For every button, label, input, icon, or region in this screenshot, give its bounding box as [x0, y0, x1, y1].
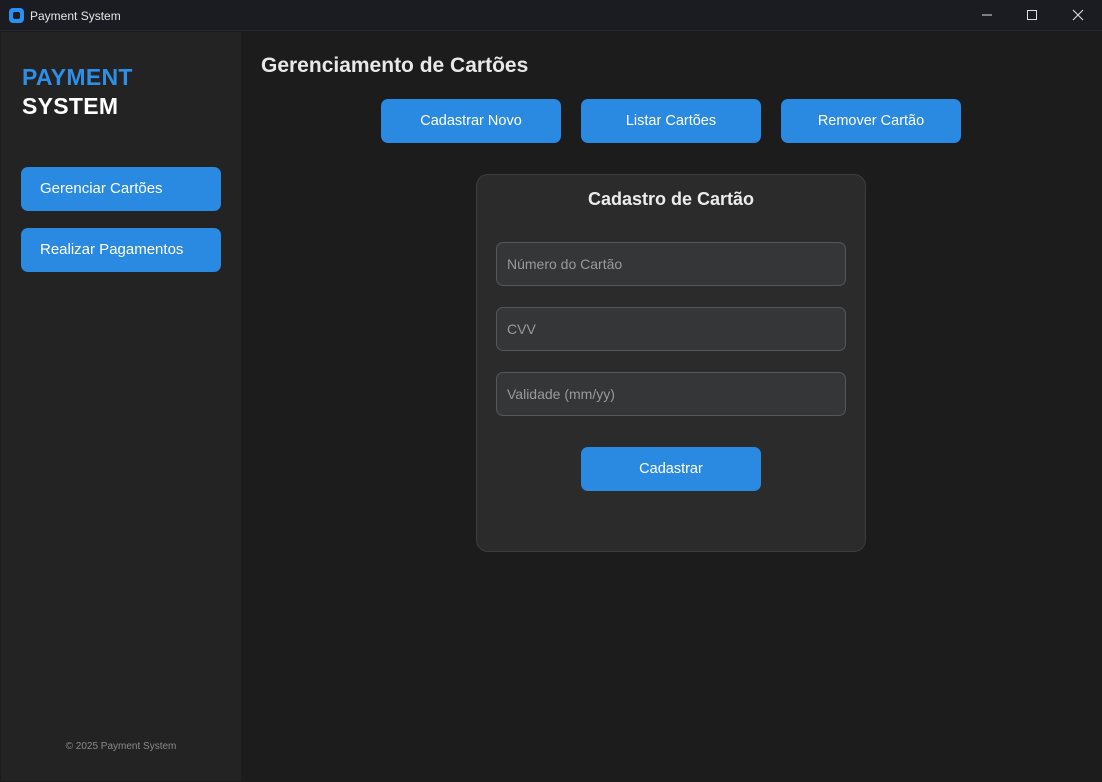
expiry-input[interactable]	[496, 372, 846, 416]
close-icon	[1072, 9, 1084, 21]
maximize-icon	[1027, 10, 1037, 20]
sidebar: PAYMENT SYSTEM Gerenciar Cartões Realiza…	[1, 32, 241, 781]
close-button[interactable]	[1055, 0, 1101, 31]
maximize-button[interactable]	[1009, 0, 1055, 31]
submit-register-button[interactable]: Cadastrar	[581, 447, 761, 491]
minimize-icon	[982, 14, 992, 16]
logo-line-system: SYSTEM	[22, 93, 119, 119]
app-icon	[9, 8, 24, 23]
minimize-button[interactable]	[964, 0, 1010, 31]
form-title: Cadastro de Cartão	[587, 189, 755, 209]
logo-line-payment: PAYMENT	[22, 64, 133, 90]
sidebar-item-make-payments[interactable]: Realizar Pagamentos	[21, 228, 221, 272]
logo: PAYMENT SYSTEM	[22, 63, 133, 121]
list-cards-button[interactable]: Listar Cartões	[581, 99, 761, 143]
card-number-input[interactable]	[496, 242, 846, 286]
main-content: Gerenciamento de Cartões Cadastrar Novo …	[241, 32, 1101, 781]
card-registration-form: Cadastro de Cartão Cadastrar	[476, 174, 866, 552]
window-title: Payment System	[30, 9, 121, 23]
copyright-text: © 2025 Payment System	[65, 741, 177, 752]
sidebar-item-manage-cards[interactable]: Gerenciar Cartões	[21, 167, 221, 211]
cvv-input[interactable]	[496, 307, 846, 351]
page-title: Gerenciamento de Cartões	[261, 54, 529, 77]
title-bar: Payment System	[0, 0, 1102, 31]
remove-card-button[interactable]: Remover Cartão	[781, 99, 961, 143]
register-new-button[interactable]: Cadastrar Novo	[381, 99, 561, 143]
